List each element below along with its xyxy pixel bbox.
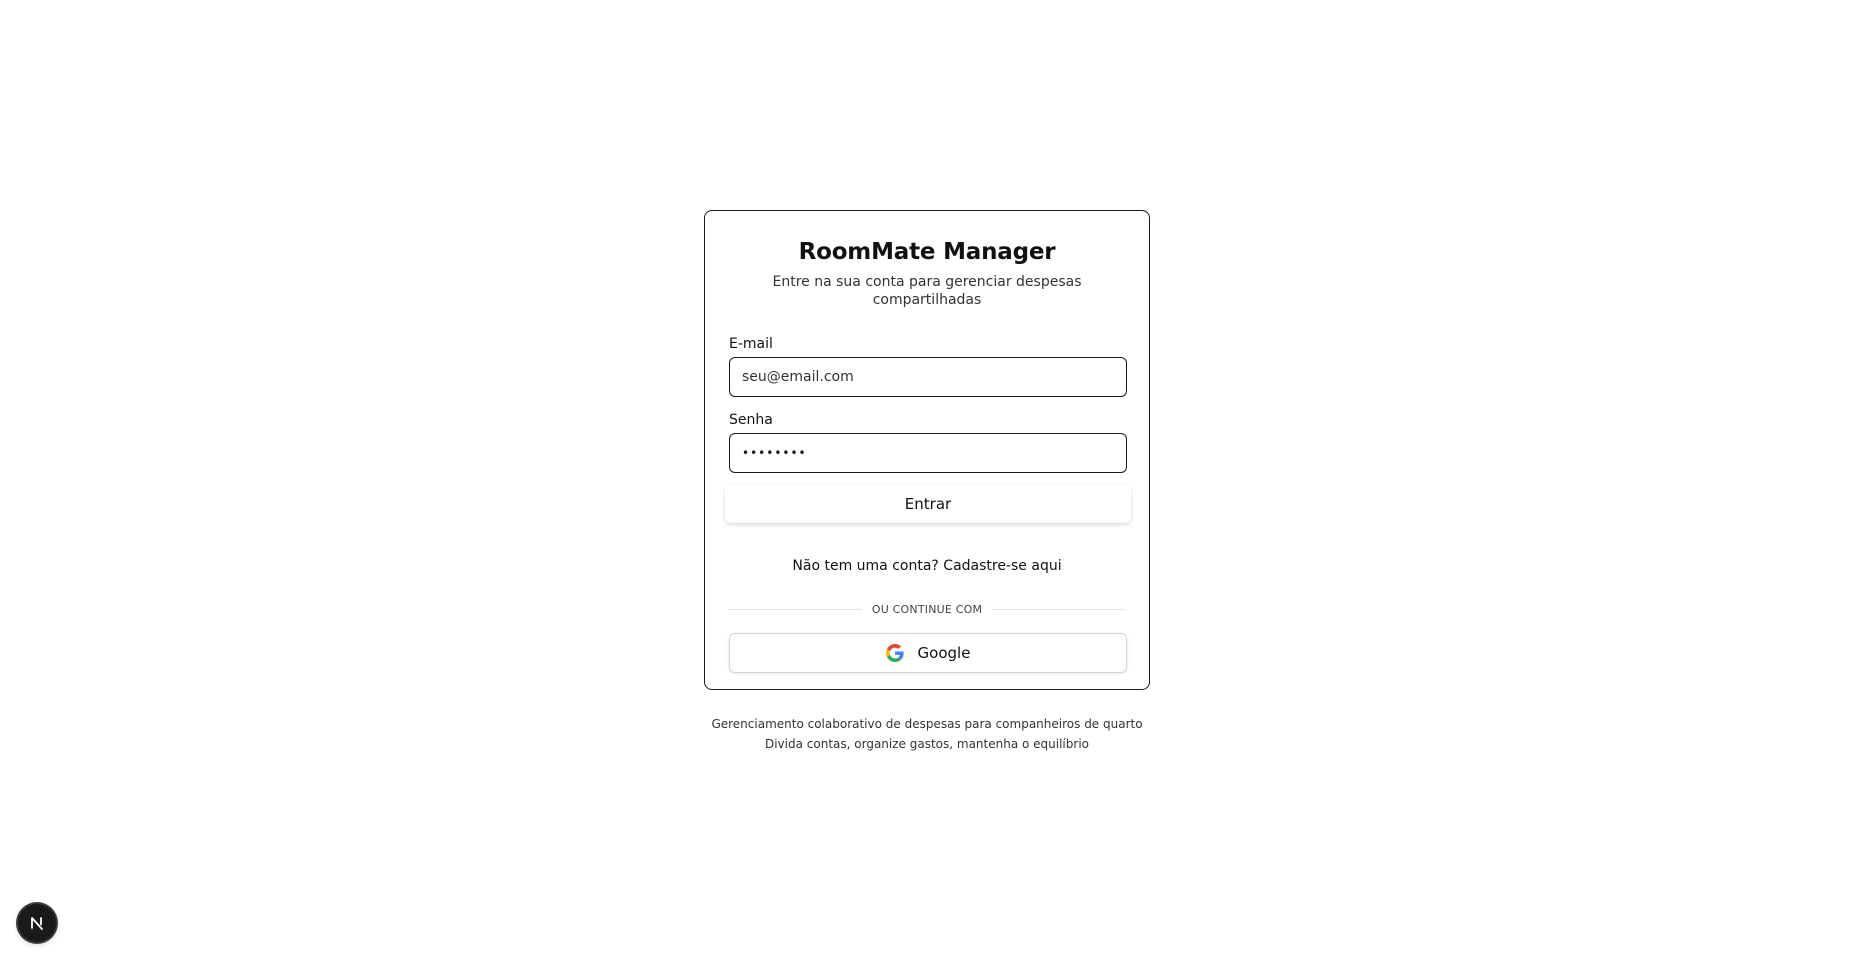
google-button-label: Google xyxy=(917,644,971,662)
divider-text: OU CONTINUE COM xyxy=(871,602,983,616)
google-icon xyxy=(885,644,904,662)
login-button[interactable]: Entrar xyxy=(725,485,1131,523)
password-field-group: Senha •••••••• xyxy=(729,411,1127,473)
divider-line-right xyxy=(992,608,1126,610)
or-divider: OU CONTINUE COM xyxy=(729,601,1126,617)
app-subtitle: Entre na sua conta para gerenciar despes… xyxy=(772,274,1082,308)
signup-link[interactable]: Não tem uma conta? Cadastre-se aqui xyxy=(729,557,1125,575)
nextjs-icon xyxy=(31,917,43,930)
login-page: RoomMate Manager Entre na sua conta para… xyxy=(0,0,1854,961)
footer-line-1: Gerenciamento colaborativo de despesas p… xyxy=(711,717,1143,731)
email-input[interactable]: seu@email.com xyxy=(729,357,1127,397)
google-login-button[interactable]: Google xyxy=(729,633,1127,673)
footer-line-2: Divida contas, organize gastos, mantenha… xyxy=(764,737,1089,751)
app-title: RoomMate Manager xyxy=(798,239,1056,265)
divider-line-left xyxy=(729,608,862,610)
password-input[interactable]: •••••••• xyxy=(729,433,1127,473)
login-card: RoomMate Manager Entre na sua conta para… xyxy=(704,210,1150,690)
email-field-group: E-mail seu@email.com xyxy=(729,335,1127,397)
nextjs-dev-badge[interactable] xyxy=(18,904,56,942)
email-label: E-mail xyxy=(729,336,773,352)
footer: Gerenciamento colaborativo de despesas p… xyxy=(704,714,1150,754)
password-label: Senha xyxy=(729,412,773,428)
